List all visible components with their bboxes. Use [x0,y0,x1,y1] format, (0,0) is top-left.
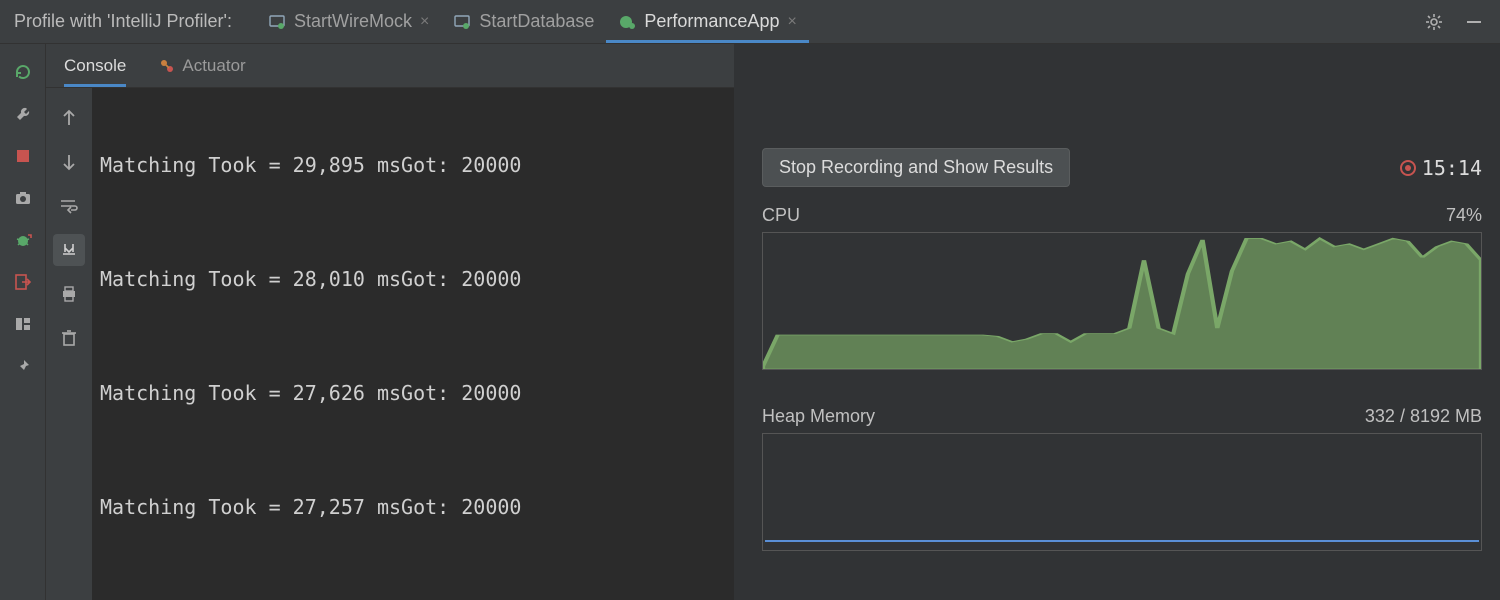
profiler-pane: Stop Recording and Show Results 15:14 CP… [734,44,1500,600]
soft-wrap-button[interactable] [53,190,85,222]
run-config-icon [268,13,286,31]
tab-performanceapp[interactable]: PerformanceApp × [606,0,808,43]
cpu-label: CPU [762,205,800,226]
record-icon [1400,160,1416,176]
console-line: Matching Took = 27,626 msGot: 20000 [100,374,734,412]
top-bar: Profile with 'IntelliJ Profiler': StartW… [0,0,1500,44]
spring-run-icon [618,13,636,31]
cpu-header: CPU 74% [762,205,1482,226]
pin-icon[interactable] [9,352,37,380]
stop-recording-button[interactable]: Stop Recording and Show Results [762,148,1070,187]
scroll-to-end-button[interactable] [53,234,85,266]
heap-chart [762,433,1482,551]
tab-label: StartDatabase [479,11,594,32]
console-line: Matching Took = 27,257 msGot: 20000 [100,488,734,526]
clear-all-button[interactable] [53,322,85,354]
minimize-icon[interactable] [1464,12,1484,32]
actuator-icon [158,57,176,75]
recording-time-value: 15:14 [1422,156,1482,180]
console-subtabs: Console Actuator [46,44,734,88]
cpu-value: 74% [1446,205,1482,226]
console-area: Console Actuator [46,44,734,600]
heap-label: Heap Memory [762,406,875,427]
console-toolbar [46,88,92,600]
scroll-up-button[interactable] [53,102,85,134]
layout-icon[interactable] [9,310,37,338]
heap-value: 332 / 8192 MB [1365,406,1482,427]
recording-time: 15:14 [1400,156,1482,180]
tab-startwiremock[interactable]: StartWireMock × [256,0,441,43]
cpu-chart [762,232,1482,370]
subtab-actuator[interactable]: Actuator [158,44,245,87]
tool-window-left-rail [0,44,46,600]
tab-label: StartWireMock [294,11,412,32]
heap-header: Heap Memory 332 / 8192 MB [762,406,1482,427]
exit-icon[interactable] [9,268,37,296]
heap-line [765,540,1479,542]
stop-button[interactable] [9,142,37,170]
actuator-label: Actuator [182,56,245,76]
bug-profile-icon[interactable] [9,226,37,254]
print-button[interactable] [53,278,85,310]
camera-icon[interactable] [9,184,37,212]
run-tabs: StartWireMock × StartDatabase Performanc… [256,0,1424,43]
subtab-console[interactable]: Console [64,44,126,87]
tab-startdatabase[interactable]: StartDatabase [441,0,606,43]
run-config-icon [453,13,471,31]
profile-with-label: Profile with 'IntelliJ Profiler': [14,11,232,32]
console-line: Matching Took = 28,010 msGot: 20000 [100,260,734,298]
console-line: Matching Took = 29,895 msGot: 20000 [100,146,734,184]
rerun-button[interactable] [9,58,37,86]
close-icon[interactable]: × [420,13,429,31]
scroll-down-button[interactable] [53,146,85,178]
gear-icon[interactable] [1424,12,1444,32]
close-icon[interactable]: × [787,13,796,31]
cpu-area [763,233,1481,369]
tab-label: PerformanceApp [644,11,779,32]
wrench-icon[interactable] [9,100,37,128]
console-output[interactable]: Matching Took = 29,895 msGot: 20000 Matc… [92,88,734,600]
